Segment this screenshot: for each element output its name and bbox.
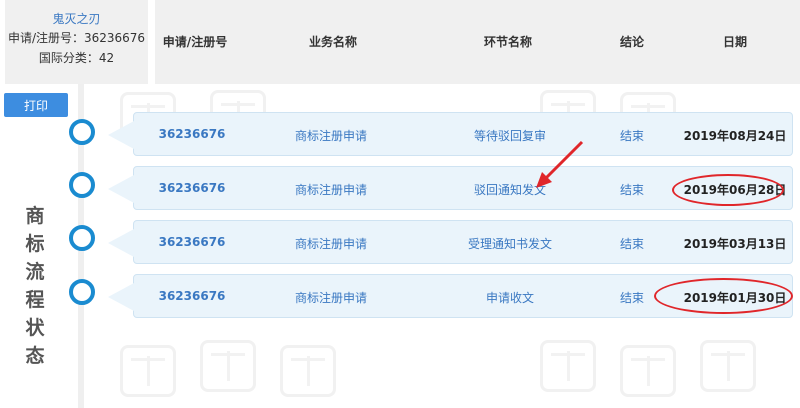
registration-number: 申请/注册号：36236676 — [7, 31, 146, 45]
timeline-dot — [69, 225, 95, 251]
row-business: 商标注册申请 — [294, 237, 368, 251]
watermark-stamp — [200, 340, 256, 392]
column-header-business: 业务名称 — [308, 35, 358, 49]
table-header: 申请/注册号 业务名称 环节名称 结论 日期 — [155, 0, 800, 84]
timeline-dot — [69, 119, 95, 145]
row-business: 商标注册申请 — [294, 183, 368, 197]
row-date: 2019年08月24日 — [683, 129, 787, 143]
row-result: 结束 — [619, 183, 645, 197]
row-business: 商标注册申请 — [294, 129, 368, 143]
row-step: 受理通知书发文 — [467, 237, 553, 251]
row-result: 结束 — [619, 129, 645, 143]
row-date: 2019年03月13日 — [683, 237, 787, 251]
row-number: 36236676 — [158, 235, 226, 249]
table-row: 36236676 商标注册申请 等待驳回复审 结束 2019年08月24日 — [108, 112, 793, 156]
timeline-dot — [69, 279, 95, 305]
row-result: 结束 — [619, 237, 645, 251]
watermark-stamp — [280, 345, 336, 397]
trademark-name: 鬼灭之刃 — [52, 12, 101, 26]
annotation-arrow-icon — [536, 140, 584, 188]
watermark-stamp — [120, 345, 176, 397]
row-number: 36236676 — [158, 289, 226, 303]
row-number: 36236676 — [158, 127, 226, 141]
column-header-date: 日期 — [722, 35, 748, 49]
side-title: 商标流程状态 — [25, 205, 45, 367]
watermark-stamp — [700, 340, 756, 392]
trademark-summary: 鬼灭之刃 申请/注册号：36236676 国际分类：42 — [5, 0, 148, 84]
column-header-number: 申请/注册号 — [162, 35, 228, 49]
row-business: 商标注册申请 — [294, 291, 368, 305]
column-header-step: 环节名称 — [483, 35, 533, 49]
row-result: 结束 — [619, 291, 645, 305]
watermark-stamp — [540, 340, 596, 392]
watermark-stamp — [620, 345, 676, 397]
timeline-dot — [69, 172, 95, 198]
table-row: 36236676 商标注册申请 受理通知书发文 结束 2019年03月13日 — [108, 220, 793, 264]
international-class: 国际分类：42 — [38, 51, 115, 65]
highlight-circle — [654, 278, 793, 314]
column-header-result: 结论 — [619, 35, 645, 49]
row-number: 36236676 — [158, 181, 226, 195]
highlight-circle — [672, 174, 784, 206]
row-step: 申请收文 — [485, 291, 535, 305]
print-button[interactable]: 打印 — [4, 93, 68, 117]
